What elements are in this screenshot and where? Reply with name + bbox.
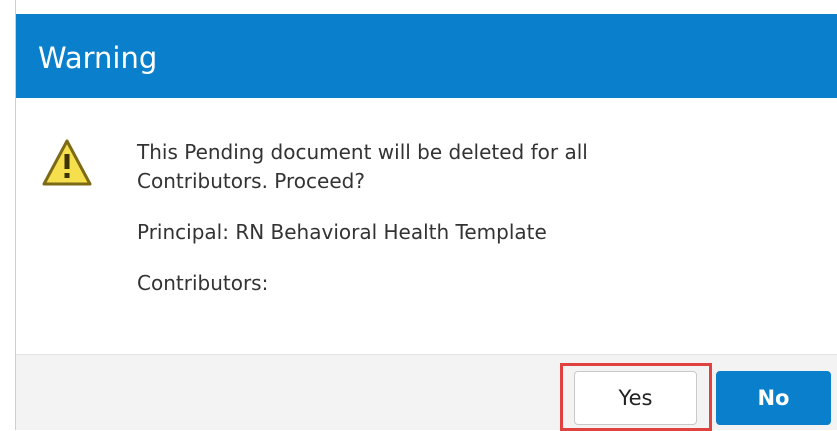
contributors-text: Contributors: [137, 271, 269, 295]
dialog-body: This Pending document will be deleted fo… [16, 98, 837, 354]
dialog-titlebar: Warning [16, 14, 837, 98]
yes-button[interactable]: Yes [574, 371, 697, 425]
dialog-footer: Yes No [16, 354, 837, 431]
warning-message-line-2: Contributors. Proceed? [137, 169, 365, 193]
warning-message-line-1: This Pending document will be deleted fo… [137, 140, 588, 164]
dialog-title: Warning [38, 41, 158, 75]
warning-dialog: Warning This Pending document will be de… [15, 0, 837, 431]
no-button[interactable]: No [716, 371, 831, 425]
warning-message: This Pending document will be deleted fo… [137, 138, 797, 196]
dialog-message: This Pending document will be deleted fo… [137, 138, 797, 298]
warning-icon [42, 139, 92, 186]
principal-text: Principal: RN Behavioral Health Template [137, 220, 547, 244]
